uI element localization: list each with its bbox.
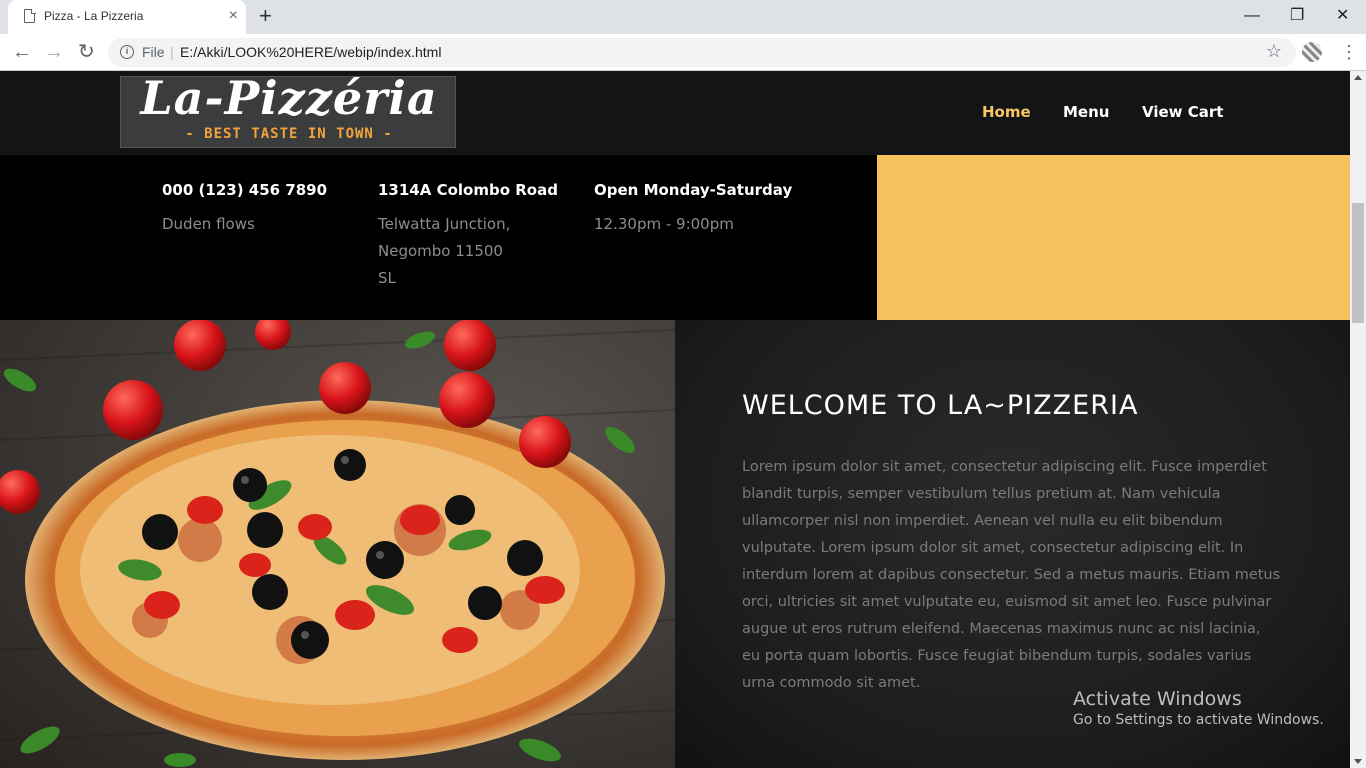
back-button[interactable]: ← — [12, 38, 32, 66]
site-header: La-Pizzéria - BEST TASTE IN TOWN - Home … — [0, 71, 1350, 155]
about-heading: WELCOME TO LA~PIZZERIA — [742, 390, 1139, 421]
minimize-button[interactable]: — — [1244, 3, 1260, 29]
scroll-down-arrow-icon[interactable] — [1354, 759, 1362, 764]
activate-subtitle: Go to Settings to activate Windows. — [1073, 712, 1324, 728]
document-icon — [24, 8, 36, 23]
address-line: Telwatta Junction, — [378, 215, 511, 233]
forward-button[interactable]: → — [44, 38, 64, 66]
maximize-button[interactable]: ❐ — [1290, 3, 1304, 29]
address-bar[interactable]: i File | E:/Akki/LOOK%20HERE/webip/index… — [108, 38, 1296, 67]
bookmark-star-icon[interactable]: ☆ — [1266, 41, 1282, 62]
phone-number: 000 (123) 456 7890 — [162, 181, 328, 199]
gold-accent-block — [877, 155, 1350, 320]
tab-strip: Pizza - La Pizzeria × + — ❐ ✕ — [0, 0, 1366, 34]
phone-sub: Duden flows — [162, 215, 255, 233]
separator: | — [170, 44, 174, 60]
hours-time: 12.30pm - 9:00pm — [594, 215, 734, 233]
tab-close-icon[interactable]: × — [229, 6, 238, 26]
site-logo[interactable]: La-Pizzéria - BEST TASTE IN TOWN - — [120, 76, 456, 148]
info-address: 1314A Colombo Road Telwatta Junction, Ne… — [378, 181, 558, 292]
tab-title: Pizza - La Pizzeria — [44, 9, 144, 23]
info-hours: Open Monday-Saturday 12.30pm - 9:00pm — [594, 181, 792, 238]
activate-title: Activate Windows — [1073, 688, 1242, 710]
scrollbar-thumb[interactable] — [1352, 203, 1364, 323]
address-line: Negombo 11500 — [378, 242, 503, 260]
nav-view-cart[interactable]: View Cart — [1142, 103, 1223, 121]
page-scrollbar[interactable] — [1350, 71, 1366, 768]
window-close-button[interactable]: ✕ — [1336, 3, 1349, 29]
info-phone: 000 (123) 456 7890 Duden flows — [162, 181, 327, 238]
profile-avatar-icon[interactable] — [1302, 42, 1322, 62]
address-lines: Telwatta Junction, Negombo 11500 SL — [378, 211, 558, 292]
pizza-illustration — [0, 320, 675, 767]
hours-heading: Open Monday-Saturday — [594, 181, 793, 199]
scheme-label: File — [142, 44, 165, 60]
scroll-up-arrow-icon[interactable] — [1354, 75, 1362, 80]
new-tab-button[interactable]: + — [259, 3, 272, 29]
logo-tagline: - BEST TASTE IN TOWN - — [185, 126, 393, 142]
pizza-photo — [0, 320, 675, 768]
address-street: 1314A Colombo Road — [378, 181, 558, 199]
address-line: SL — [378, 269, 396, 287]
info-icon[interactable]: i — [120, 45, 134, 59]
reload-button[interactable]: ↻ — [78, 38, 95, 66]
logo-wordmark: La-Pizzéria — [140, 76, 438, 125]
page-viewport: La-Pizzéria - BEST TASTE IN TOWN - Home … — [0, 71, 1350, 768]
nav-menu[interactable]: Menu — [1063, 103, 1109, 121]
activate-windows-watermark: Activate Windows Go to Settings to activ… — [1073, 688, 1324, 728]
browser-tab[interactable]: Pizza - La Pizzeria × — [8, 0, 246, 34]
about-paragraph: Lorem ipsum dolor sit amet, consectetur … — [742, 459, 1281, 691]
browser-menu-icon[interactable]: ⋮ — [1340, 38, 1358, 66]
url-text[interactable]: E:/Akki/LOOK%20HERE/webip/index.html — [180, 44, 441, 60]
browser-toolbar: ← → ↻ i File | E:/Akki/LOOK%20HERE/webip… — [0, 34, 1366, 71]
nav-home[interactable]: Home — [982, 103, 1031, 121]
